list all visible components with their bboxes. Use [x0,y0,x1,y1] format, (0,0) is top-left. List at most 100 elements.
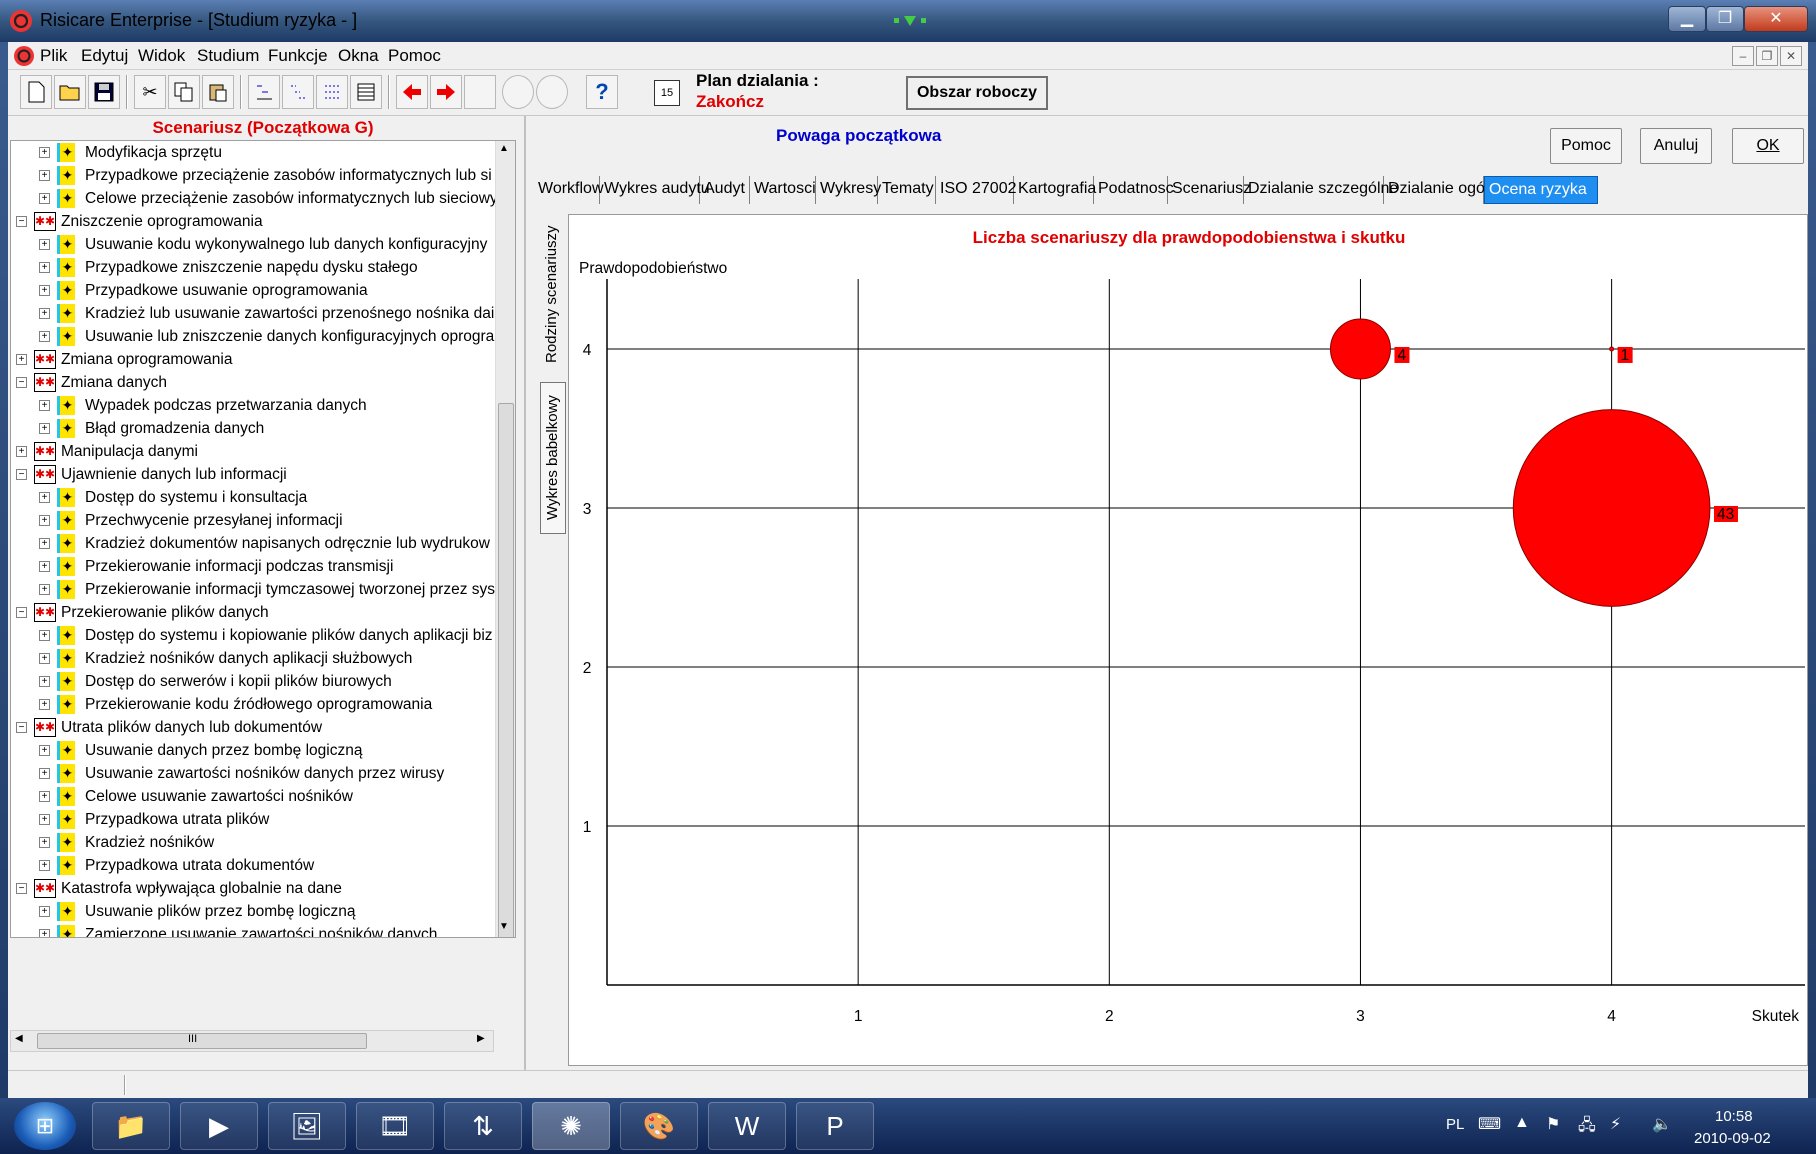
tab-podatnosc[interactable]: Podatnosc [1094,176,1174,204]
mdi-minimize-button[interactable]: – [1732,46,1754,66]
tab-dzialanie-ogólne[interactable]: Dzialanie ogólne [1384,176,1506,204]
collapse-icon[interactable]: − [16,883,27,894]
tab-wykres-audytu[interactable]: Wykres audytu [600,176,710,204]
power-icon[interactable]: ⚡ [1610,1114,1621,1134]
scroll-down-icon[interactable]: ▼ [499,921,509,932]
taskbar-word-icon[interactable]: W [708,1102,786,1150]
scroll-left-icon[interactable]: ◀ [15,1033,23,1044]
expand-icon[interactable]: + [39,906,50,917]
tray-expand-icon[interactable]: ▲ [1514,1114,1530,1132]
menu-edytuj[interactable]: Edytuj [81,46,128,66]
scenario-tree[interactable]: + ✦ Modyfikacja sprzętu + ✦ Przypadkowe przec… [10,140,516,938]
menu-pomoc[interactable]: Pomoc [388,46,441,66]
expand-icon[interactable]: + [39,193,50,204]
tab-kartografia[interactable]: Kartografia [1014,176,1096,204]
back-arrow-icon[interactable] [396,75,428,109]
app-menu-icon[interactable] [14,46,34,66]
ok-button[interactable]: OK [1732,128,1804,164]
tree-horizontal-scrollbar[interactable]: ◀ III ▶ [10,1030,494,1052]
expand-icon[interactable]: + [39,308,50,319]
network-icon[interactable]: 🖧 [1578,1114,1596,1141]
scroll-right-icon[interactable]: ▶ [477,1033,485,1044]
new-file-icon[interactable] [20,75,52,109]
taskbar-risicare-icon[interactable]: ✺ [532,1102,610,1150]
side-tab-bubble-chart[interactable]: Wykres babelkowy [540,382,566,534]
expand-icon[interactable]: + [39,791,50,802]
expand-icon[interactable]: + [39,492,50,503]
bubble-point[interactable] [1512,409,1711,607]
tab-workflow[interactable]: Workflow [534,176,604,204]
expand-icon[interactable]: + [39,331,50,342]
taskbar-sync-icon[interactable]: ⇅ [444,1102,522,1150]
expand-icon[interactable]: + [39,768,50,779]
taskbar-image-viewer-icon[interactable]: 🖼 [268,1102,346,1150]
keyboard-icon[interactable]: ⌨ [1478,1114,1501,1134]
tab-ocena-ryzyka[interactable]: Ocena ryzyka [1484,176,1598,204]
indent-icon[interactable] [282,75,314,109]
forward-arrow-icon[interactable] [430,75,462,109]
bubble-point[interactable] [1609,346,1615,352]
menu-funkcje[interactable]: Funkcje [268,46,328,66]
taskbar-paint-icon[interactable]: 🎨 [620,1102,698,1150]
title-bar[interactable]: Risicare Enterprise - [Studium ryzyka - … [0,0,1816,42]
mdi-close-button[interactable]: ✕ [1780,46,1802,66]
collapse-icon[interactable]: − [16,377,27,388]
scroll-up-icon[interactable]: ▲ [499,143,509,154]
close-button[interactable]: ✕ [1744,6,1808,32]
table-icon[interactable] [350,75,382,109]
tree-scroll-thumb[interactable] [498,403,514,937]
tab-wartosci[interactable]: Wartosci [750,176,816,204]
expand-icon[interactable]: + [39,400,50,411]
tab-audyt[interactable]: Audyt [700,176,750,204]
language-indicator[interactable]: PL [1446,1116,1464,1133]
expand-icon[interactable]: + [39,423,50,434]
expand-icon[interactable]: + [39,699,50,710]
cancel-button[interactable]: Anuluj [1640,128,1712,164]
expand-icon[interactable]: + [16,354,27,365]
expand-icon[interactable]: + [39,538,50,549]
taskbar-media-player-icon[interactable]: ▶ [180,1102,258,1150]
expand-icon[interactable]: + [39,584,50,595]
expand-icon[interactable]: + [39,147,50,158]
tab-scenariusz[interactable]: Scenariusz [1168,176,1251,204]
mdi-restore-button[interactable]: ❐ [1756,46,1778,66]
taskbar-video-editor-icon[interactable]: 🎞 [356,1102,434,1150]
taskbar-explorer-icon[interactable]: 📁 [92,1102,170,1150]
collapse-icon[interactable]: − [16,469,27,480]
bubble-point[interactable] [1329,318,1391,380]
collapse-icon[interactable]: − [16,722,27,733]
expand-icon[interactable]: + [39,239,50,250]
expand-icon[interactable]: + [39,515,50,526]
calendar-icon[interactable]: 15 [654,80,680,106]
menu-studium[interactable]: Studium [197,46,259,66]
expand-icon[interactable]: + [39,676,50,687]
expand-icon[interactable]: + [16,446,27,457]
expand-icon[interactable]: + [39,630,50,641]
tab-dzialanie-szczególne[interactable]: Dzialanie szczególne [1244,176,1398,204]
taskbar-powerpoint-icon[interactable]: P [796,1102,874,1150]
expand-icon[interactable]: + [39,285,50,296]
expand-icon[interactable]: + [39,837,50,848]
expand-icon[interactable]: + [39,745,50,756]
help-button[interactable]: Pomoc [1550,128,1622,164]
expand-icon[interactable]: + [39,653,50,664]
expand-icon[interactable]: + [39,262,50,273]
cut-icon[interactable]: ✂ [134,75,166,109]
maximize-button[interactable]: ❐ [1706,6,1744,32]
menu-plik[interactable]: Plik [40,46,67,66]
side-tab-scenario-families[interactable]: Rodziny scenariuszy [540,212,566,376]
collapse-icon[interactable]: − [16,607,27,618]
list-icon[interactable] [316,75,348,109]
clock-date[interactable]: 2010-09-02 [1694,1130,1771,1147]
save-icon[interactable] [88,75,120,109]
menu-okna[interactable]: Okna [338,46,379,66]
open-folder-icon[interactable] [54,75,86,109]
action-center-flag-icon[interactable]: ⚑ [1546,1114,1560,1134]
volume-icon[interactable]: 🔈 [1652,1114,1672,1134]
expand-icon[interactable]: + [39,561,50,572]
tab-iso-27002[interactable]: ISO 27002 [936,176,1017,204]
tree-hscroll-thumb[interactable]: III [37,1033,367,1049]
tab-wykresy[interactable]: Wykresy [816,176,881,204]
tab-tematy[interactable]: Tematy [878,176,936,204]
minimize-button[interactable]: ▁ [1668,6,1706,32]
